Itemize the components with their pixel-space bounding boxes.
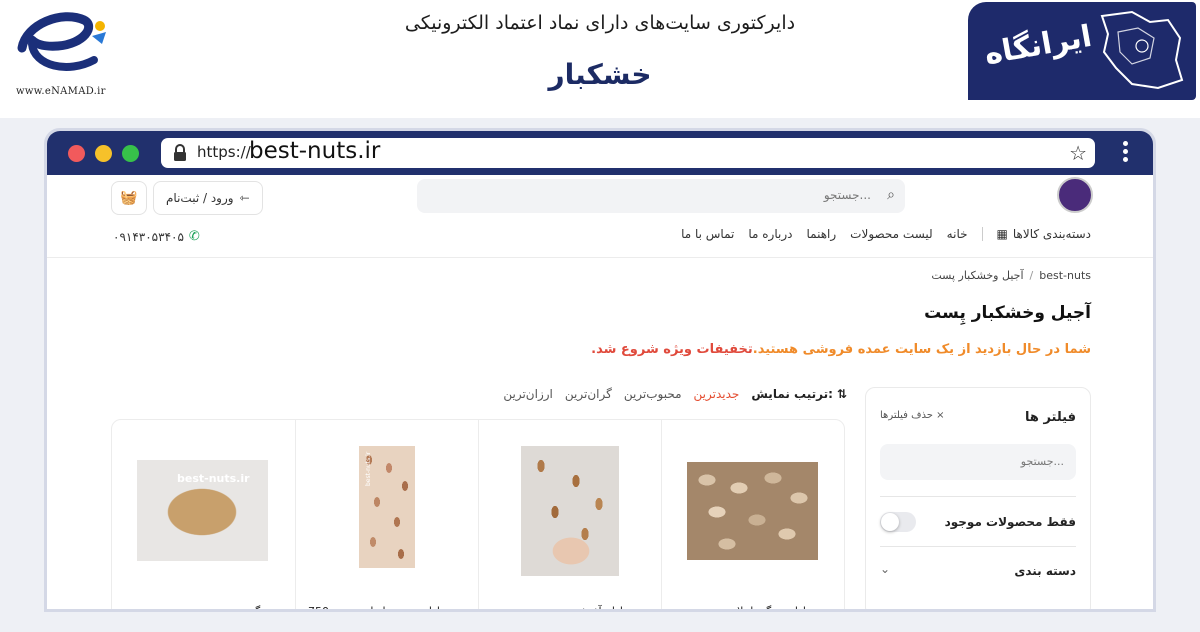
browser-window: https:// best-nuts.ir ☆ 🧺 ورود / ثبت‌نام… bbox=[44, 128, 1156, 612]
url-domain: best-nuts.ir bbox=[249, 138, 381, 164]
website-page: 🧺 ورود / ثبت‌نام ⇽ ⌕ جستجو... ۰۹۱۴۳۰۵۳۴۰… bbox=[47, 175, 1153, 609]
close-window-button[interactable] bbox=[68, 145, 85, 162]
promo-wholesale-text: شما در حال بازدید از یک سایت عمده فروشی … bbox=[752, 342, 1091, 357]
sort-label: ⇅ ترتیب نمایش: bbox=[751, 387, 847, 401]
nav-home[interactable]: خانه bbox=[947, 227, 968, 241]
product-image-almond[interactable] bbox=[521, 446, 619, 576]
product-image-almond[interactable] bbox=[687, 462, 818, 560]
login-arrow-icon: ⇽ bbox=[239, 191, 250, 205]
toggle-knob bbox=[881, 513, 899, 531]
category-filter-label[interactable]: دسته بندی bbox=[1014, 564, 1076, 578]
breadcrumb-home[interactable]: best-nuts bbox=[1039, 269, 1091, 282]
contact-phone: ۰۹۱۴۳۰۵۳۴۰۵ ✆ bbox=[113, 229, 200, 244]
site-logo[interactable] bbox=[1057, 177, 1093, 213]
user-actions: 🧺 ورود / ثبت‌نام ⇽ bbox=[111, 181, 263, 215]
nav-about[interactable]: درباره ما bbox=[748, 227, 792, 241]
phone-number: ۰۹۱۴۳۰۵۳۴۰۵ bbox=[113, 229, 184, 244]
in-stock-label: فقط محصولات موجود bbox=[944, 515, 1076, 529]
irangah-brand-text: ایرانگاه bbox=[981, 18, 1095, 73]
chevron-down-icon[interactable]: ⌄ bbox=[880, 562, 890, 576]
filters-title: فیلتر ها bbox=[1025, 410, 1076, 425]
site-search-input[interactable]: ⌕ جستجو... bbox=[417, 179, 905, 213]
grid-icon: ▦ bbox=[996, 227, 1008, 241]
search-placeholder: جستجو... bbox=[823, 188, 871, 202]
phone-icon: ✆ bbox=[188, 229, 200, 244]
sort-bar: ⇅ ترتیب نمایش: جدیدترین محبوب‌ترین گران‌… bbox=[503, 387, 847, 401]
sort-option-cheap[interactable]: ارزان‌ترین bbox=[503, 387, 553, 401]
promo-discount-text: تخفیفات ویژه شروع شد. bbox=[591, 342, 753, 357]
address-bar[interactable]: https:// best-nuts.ir ☆ bbox=[161, 138, 1095, 168]
maximize-window-button[interactable] bbox=[122, 145, 139, 162]
nav-categories[interactable]: ▦ دسته‌بندی کالاها bbox=[997, 227, 1091, 241]
iran-map-icon bbox=[1100, 10, 1184, 90]
browser-menu-icon[interactable] bbox=[1123, 141, 1129, 165]
breadcrumb-current: آجیل وخشکبار پست bbox=[931, 269, 1024, 282]
cart-button[interactable]: 🧺 bbox=[111, 181, 147, 215]
nav-categories-label: دسته‌بندی کالاها bbox=[1012, 227, 1091, 241]
directory-title: دایرکتوری سایت‌های دارای نماد اعتماد الک… bbox=[404, 12, 796, 34]
page-title: آجیل وخشکبار پِست bbox=[924, 303, 1091, 323]
directory-banner: www.eNAMAD.ir دایرکتوری سایت‌های دارای ن… bbox=[0, 0, 1200, 118]
sort-option-newest[interactable]: جدیدترین bbox=[694, 387, 740, 401]
nav-contact[interactable]: تماس با ما bbox=[681, 227, 734, 241]
sort-label-text: ترتیب نمایش: bbox=[751, 387, 833, 401]
enamad-url-text: www.eNAMAD.ir bbox=[16, 86, 106, 97]
image-watermark: best-nuts.ir bbox=[365, 451, 372, 486]
nav-guide[interactable]: راهنما bbox=[807, 227, 837, 241]
irangah-logo-panel: ایرانگاه bbox=[968, 2, 1196, 100]
sort-icon: ⇅ bbox=[836, 387, 847, 401]
browser-toolbar: https:// best-nuts.ir ☆ bbox=[47, 131, 1153, 175]
product-name[interactable]: مغز بادام سنگی اعلا bbox=[672, 602, 830, 609]
close-icon: × bbox=[936, 410, 945, 421]
lock-icon bbox=[174, 144, 186, 161]
nav-products[interactable]: لیست محصولات bbox=[850, 227, 933, 241]
filters-panel: فیلتر ها حذف فیلترها × جستجو... فقط محصو… bbox=[865, 387, 1091, 609]
nav-divider bbox=[981, 227, 983, 241]
in-stock-toggle[interactable] bbox=[880, 512, 916, 532]
filter-divider bbox=[880, 546, 1076, 547]
product-name[interactable]: مغز گردو bbox=[122, 602, 281, 609]
main-navigation: ▦ دسته‌بندی کالاها خانه لیست محصولات راه… bbox=[667, 227, 1091, 241]
filter-search-input[interactable]: جستجو... bbox=[880, 444, 1076, 480]
product-card[interactable]: مغز بادام سنگی اعلا bbox=[661, 420, 844, 609]
sort-option-popular[interactable]: محبوب‌ترین bbox=[624, 387, 682, 401]
product-image-almond[interactable]: best-nuts.ir bbox=[359, 446, 415, 568]
image-watermark: best-nuts.ir bbox=[177, 472, 250, 485]
bookmark-star-icon[interactable]: ☆ bbox=[1069, 141, 1087, 165]
login-label: ورود / ثبت‌نام bbox=[166, 191, 234, 205]
login-register-button[interactable]: ورود / ثبت‌نام ⇽ bbox=[153, 181, 263, 215]
minimize-window-button[interactable] bbox=[95, 145, 112, 162]
product-name[interactable]: مغز بادام درختی ایرانی بسته 750 گرمی bbox=[306, 602, 464, 609]
product-grid: مغز بادام سنگی اعلا مغز بادام آذرشهر bes… bbox=[111, 419, 845, 609]
basket-icon: 🧺 bbox=[120, 190, 138, 206]
url-protocol: https:// bbox=[197, 143, 251, 161]
category-title: خشکبار bbox=[548, 58, 652, 91]
filter-divider bbox=[880, 496, 1076, 497]
breadcrumb: best-nuts/آجیل وخشکبار پست bbox=[931, 269, 1091, 282]
product-card[interactable]: best-nuts.ir مغز بادام درختی ایرانی بسته… bbox=[295, 420, 478, 609]
header-divider bbox=[47, 257, 1153, 258]
search-icon: ⌕ bbox=[887, 187, 895, 203]
filter-search-placeholder: جستجو... bbox=[1020, 455, 1064, 468]
clear-filters-label: حذف فیلترها bbox=[880, 410, 933, 421]
product-card[interactable]: best-nuts.ir مغز گردو bbox=[112, 420, 295, 609]
enamad-e-icon bbox=[17, 12, 106, 71]
product-name[interactable]: مغز بادام آذرشهر bbox=[489, 602, 647, 609]
product-image-walnut[interactable]: best-nuts.ir bbox=[137, 460, 268, 561]
product-card[interactable]: مغز بادام آذرشهر bbox=[478, 420, 661, 609]
enamad-logo: www.eNAMAD.ir bbox=[8, 4, 120, 100]
clear-filters-button[interactable]: حذف فیلترها × bbox=[880, 410, 945, 421]
promo-message: شما در حال بازدید از یک سایت عمده فروشی … bbox=[591, 342, 1091, 357]
sort-option-expensive[interactable]: گران‌ترین bbox=[565, 387, 612, 401]
